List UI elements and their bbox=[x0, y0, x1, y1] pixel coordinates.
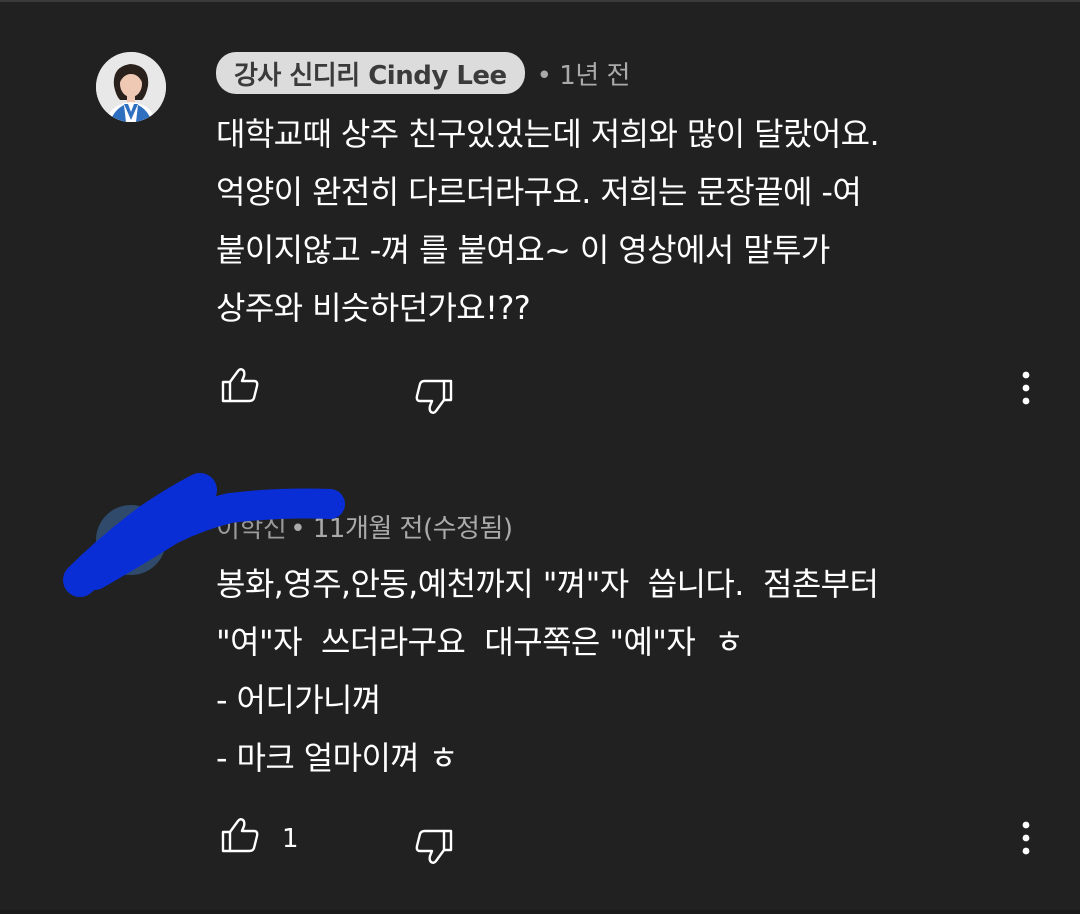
more-vertical-icon[interactable] bbox=[1016, 368, 1036, 412]
top-divider bbox=[0, 0, 1080, 2]
author-name[interactable]: 강사 신디리 Cindy Lee bbox=[216, 52, 525, 94]
thumbs-down-icon[interactable] bbox=[412, 824, 456, 868]
bottom-divider bbox=[0, 910, 1080, 914]
comment-timestamp: • 1년 전 bbox=[536, 60, 631, 91]
comment-line: 붙이지않고 -껴 를 붙여요~ 이 영상에서 말투가 bbox=[216, 231, 830, 269]
comment-header: 강사 신디리 Cindy Lee • 1년 전 bbox=[216, 51, 630, 95]
comment-line: "여"자 쓰더라구요 대구쪽은 "예"자 ㅎ bbox=[216, 623, 744, 661]
comment-line: 봉화,영주,안동,예천까지 "껴"자 씁니다. 점촌부터 bbox=[216, 565, 879, 603]
thumbs-up-icon[interactable] bbox=[218, 364, 262, 408]
like-count: 1 bbox=[282, 824, 299, 854]
more-vertical-icon[interactable] bbox=[1016, 818, 1036, 862]
thumbs-down-icon[interactable] bbox=[412, 374, 456, 418]
comment-text: 대학교때 상주 친구있었는데 저희와 많이 달랐어요. 억양이 완전히 다르더라… bbox=[216, 105, 1016, 337]
thumbs-up-icon[interactable] bbox=[218, 814, 262, 858]
comment-line: 대학교때 상주 친구있었는데 저희와 많이 달랐어요. bbox=[216, 115, 880, 153]
comment-line: 억양이 완전히 다르더라구요. 저희는 문장끝에 -여 bbox=[216, 173, 862, 211]
comment-actions: 1 bbox=[0, 810, 1080, 870]
avatar[interactable] bbox=[96, 52, 166, 122]
comment-line: - 어디가니껴 bbox=[216, 681, 381, 719]
comment-line: - 마크 얼마이껴 ㅎ bbox=[216, 739, 458, 777]
comment-text: 봉화,영주,안동,예천까지 "껴"자 씁니다. 점촌부터 "여"자 쓰더라구요 … bbox=[216, 555, 1016, 787]
comment-line: 상주와 비슷하던가요!?? bbox=[216, 289, 531, 327]
comment-actions bbox=[0, 360, 1080, 420]
avatar-image bbox=[96, 52, 166, 122]
